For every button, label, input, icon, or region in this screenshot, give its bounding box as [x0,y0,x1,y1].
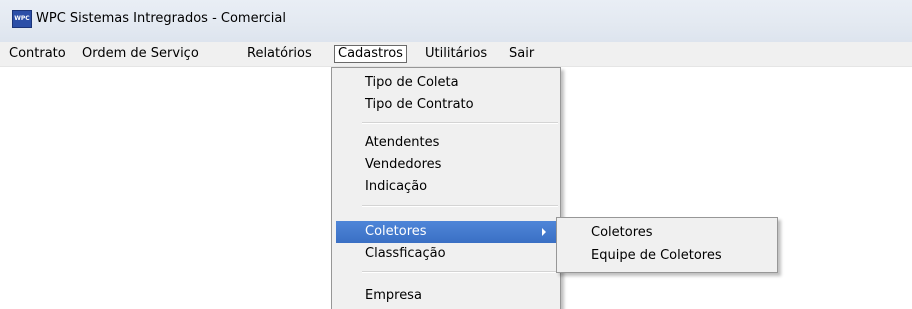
menu-item-coletores-label: Coletores [365,224,427,239]
menu-item-tipo-de-coleta[interactable]: Tipo de Coleta [336,72,556,94]
menu-separator [362,271,558,273]
menu-item-vendedores[interactable]: Vendedores [336,154,556,176]
cadastros-dropdown-menu: Tipo de Coleta Tipo de Contrato Atendent… [331,67,561,309]
window-title: WPC Sistemas Intregrados - Comercial [36,11,286,26]
menu-item-atendentes[interactable]: Atendentes [336,132,556,154]
menu-sair[interactable]: Sair [509,45,534,63]
menu-relatorios[interactable]: Relatórios [247,45,312,63]
app-logo-icon[interactable]: WPC [12,10,32,28]
menu-separator [362,205,558,207]
menu-item-classificacao[interactable]: Classficação [336,243,556,265]
menu-bar: Contrato Ordem de Serviço Relatórios Cad… [0,42,912,67]
menu-item-indicacao[interactable]: Indicação [336,176,556,198]
menu-utilitarios[interactable]: Utilitários [425,45,487,63]
submenu-item-coletores[interactable]: Coletores [560,222,774,244]
menu-contrato[interactable]: Contrato [9,45,66,63]
menu-item-tipo-de-contrato[interactable]: Tipo de Contrato [336,94,556,116]
menu-item-empresa[interactable]: Empresa [336,285,556,307]
submenu-item-equipe-de-coletores[interactable]: Equipe de Coletores [560,245,774,267]
menu-ordem-de-servico[interactable]: Ordem de Serviço [82,45,199,63]
menu-cadastros[interactable]: Cadastros [334,45,407,63]
application-window: WPC WPC Sistemas Intregrados - Comercial… [0,0,912,309]
submenu-arrow-icon [542,228,546,236]
menu-item-coletores[interactable]: Coletores [336,221,556,243]
coletores-submenu: Coletores Equipe de Coletores [556,217,778,273]
title-bar: WPC WPC Sistemas Intregrados - Comercial [0,0,912,42]
menu-separator [362,122,558,124]
